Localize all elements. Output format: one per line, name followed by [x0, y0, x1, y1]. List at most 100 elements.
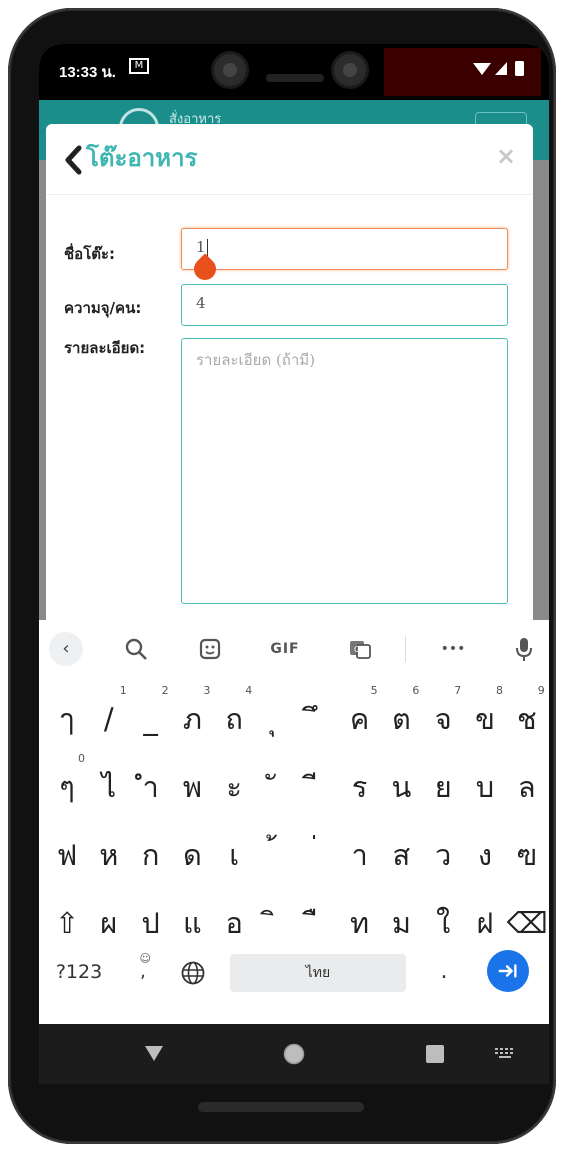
- key-2-1[interactable]: ๆ0: [47, 752, 87, 820]
- detail-textarea[interactable]: รายละเอียด (ถ้ามี): [181, 338, 508, 604]
- translate-icon[interactable]: G: [345, 634, 375, 664]
- key-1-10[interactable]: จ7: [423, 684, 463, 752]
- key-label: ข: [475, 702, 495, 736]
- key-3-10[interactable]: ว: [423, 822, 463, 888]
- modal-header: โต๊ะอาหาร ×: [46, 124, 533, 195]
- key-label: แ: [183, 906, 202, 940]
- gif-button[interactable]: GIF: [263, 634, 307, 664]
- key-4-11[interactable]: ฝ: [465, 890, 505, 956]
- chevron-left-icon[interactable]: ‹: [49, 632, 83, 666]
- key-1-5[interactable]: ถ4: [214, 684, 254, 752]
- key-3-1[interactable]: ฟ: [47, 822, 87, 888]
- key-label: ผ: [100, 906, 118, 940]
- key-hint: 8: [496, 684, 503, 697]
- capacity-label: ความจุ/คน:: [64, 299, 142, 317]
- modal-title: โต๊ะอาหาร: [86, 144, 198, 172]
- key-3-2[interactable]: ห: [89, 822, 129, 888]
- svg-text:G: G: [354, 645, 360, 654]
- key-hint: 2: [161, 684, 169, 697]
- key-2-11[interactable]: บ: [465, 754, 505, 820]
- key-4-5[interactable]: อ: [214, 890, 254, 956]
- key-3-9[interactable]: ส: [381, 822, 421, 888]
- key-label: ถ: [225, 702, 243, 736]
- key-4-8[interactable]: ท: [340, 890, 380, 956]
- key-hint: 7: [454, 684, 462, 697]
- nav-recents-icon[interactable]: [425, 1044, 445, 1064]
- emoji-hint: ☺: [139, 952, 151, 965]
- close-icon[interactable]: ×: [494, 142, 518, 172]
- key-label: บ: [475, 770, 495, 804]
- key-3-7[interactable]: ่: [298, 822, 338, 888]
- keyboard-switch-icon[interactable]: [495, 1048, 517, 1060]
- search-icon[interactable]: [121, 634, 151, 664]
- key-2-5[interactable]: ะ: [214, 754, 254, 820]
- key-1-11[interactable]: ข8: [465, 684, 505, 752]
- key-4-6[interactable]: ิ: [256, 890, 296, 956]
- key-2-2[interactable]: ไ: [89, 754, 129, 820]
- key-label: ช: [516, 702, 537, 736]
- key-3-11[interactable]: ง: [465, 822, 505, 888]
- key-3-5[interactable]: เ: [214, 822, 254, 888]
- key-2-9[interactable]: น: [381, 754, 421, 820]
- key-label: า: [351, 838, 368, 872]
- key-4-12[interactable]: ⌫: [507, 890, 548, 956]
- key-1-7[interactable]: ึ: [298, 686, 338, 752]
- key-label: ส: [392, 838, 411, 872]
- capacity-input[interactable]: 4: [181, 284, 508, 326]
- key-3-3[interactable]: ก: [131, 822, 171, 888]
- key-2-12[interactable]: ล: [507, 754, 547, 820]
- key-3-6[interactable]: ้: [256, 822, 296, 888]
- key-label: ง: [477, 838, 493, 872]
- key-label: ฃ: [516, 838, 538, 872]
- key-4-7[interactable]: ื: [298, 890, 338, 956]
- nav-home-icon[interactable]: [282, 1042, 306, 1066]
- key-label: ย: [434, 770, 452, 804]
- nav-back-icon[interactable]: [143, 1042, 165, 1064]
- key-label: ด: [182, 838, 202, 872]
- key-3-8[interactable]: า: [340, 822, 380, 888]
- key-label: ภ: [182, 702, 202, 736]
- symbols-key[interactable]: ?123: [49, 944, 109, 1000]
- comma-key[interactable]: ☺ ,: [131, 944, 155, 1000]
- battery-icon: [515, 61, 524, 76]
- screen: 13:33 น. M สั่งอาหาร โต๊ะอาหาร × ชื่อโต๊…: [39, 44, 549, 1084]
- key-label: ป: [141, 906, 160, 940]
- more-icon[interactable]: •••: [437, 634, 469, 664]
- key-1-9[interactable]: ต6: [381, 684, 421, 752]
- key-4-9[interactable]: ม: [381, 890, 421, 956]
- key-2-6[interactable]: ั: [256, 754, 296, 820]
- key-label: ⇧: [54, 906, 80, 940]
- key-1-1[interactable]: ๅ: [47, 686, 87, 752]
- key-1-8[interactable]: ค5: [340, 684, 380, 752]
- back-chevron-icon[interactable]: [62, 144, 84, 176]
- key-2-8[interactable]: ร: [340, 754, 380, 820]
- table-name-input[interactable]: 1: [181, 228, 508, 270]
- key-2-10[interactable]: ย: [423, 754, 463, 820]
- key-1-12[interactable]: ช9: [507, 684, 547, 752]
- key-1-4[interactable]: ภ3: [172, 684, 212, 752]
- mic-icon[interactable]: [509, 634, 539, 664]
- key-2-3[interactable]: ำ: [131, 754, 171, 820]
- key-label: ใ: [436, 906, 451, 940]
- key-label: ล: [517, 770, 536, 804]
- front-camera-icon: [214, 54, 246, 86]
- key-1-2[interactable]: /1: [89, 684, 129, 752]
- key-2-7[interactable]: ี: [298, 754, 338, 820]
- key-1-6[interactable]: ุ: [256, 686, 296, 752]
- key-label: เ: [229, 838, 240, 872]
- key-3-4[interactable]: ด: [172, 822, 212, 888]
- keyboard-row-2: ๆ0 ไำพะัี รนยบล: [39, 752, 549, 820]
- key-label: ฟ: [56, 838, 78, 872]
- key-1-3[interactable]: _ 2: [131, 684, 171, 752]
- globe-icon[interactable]: [173, 944, 213, 1000]
- space-key[interactable]: ไทย: [230, 954, 406, 992]
- key-label: น: [391, 770, 412, 804]
- key-label: ท: [350, 906, 370, 940]
- key-3-12[interactable]: ฃ: [507, 822, 547, 888]
- next-arrow-icon[interactable]: [487, 950, 529, 992]
- key-2-4[interactable]: พ: [172, 754, 212, 820]
- table-modal: โต๊ะอาหาร × ชื่อโต๊ะ: 1 ความจุ/คน: 4 ราย…: [46, 124, 533, 644]
- key-label: ก: [141, 838, 160, 872]
- period-key[interactable]: .: [429, 944, 459, 1000]
- sticker-icon[interactable]: [195, 634, 225, 664]
